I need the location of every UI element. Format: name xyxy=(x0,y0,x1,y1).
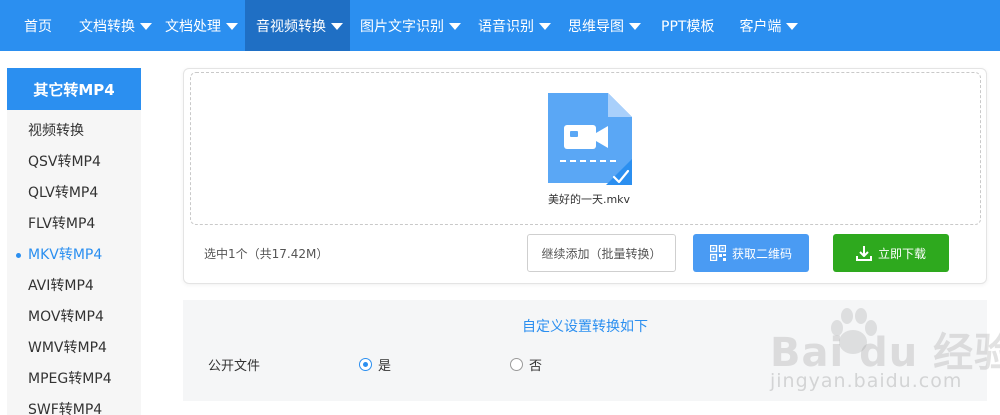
public-yes-radio[interactable]: 是 xyxy=(359,355,391,374)
public-yes-label: 是 xyxy=(378,359,392,374)
sidebar-item-label: MPEG转MP4 xyxy=(28,371,112,387)
sidebar-item-label: MOV转MP4 xyxy=(28,309,104,325)
sidebar-item-label: QLV转MP4 xyxy=(28,185,99,201)
nav-item-label: 客户端 xyxy=(739,18,782,35)
nav-item-speech-recognition[interactable]: 语音识别 xyxy=(468,0,558,51)
nav-item-label: 图片文字识别 xyxy=(360,18,444,35)
sidebar-item-mov-to-mp4[interactable]: MOV转MP4 xyxy=(7,302,141,333)
nav-item-document-process[interactable]: 文档处理 xyxy=(159,0,245,51)
caret-down-icon xyxy=(449,23,461,30)
nav-item-label: 音视频转换 xyxy=(256,18,326,35)
sidebar-item-label: SWF转MP4 xyxy=(28,402,103,415)
nav-item-document-convert[interactable]: 文档转换 xyxy=(66,0,159,51)
nav-item-client[interactable]: 客户端 xyxy=(726,0,805,51)
public-file-label: 公开文件 xyxy=(208,359,261,374)
selection-info: 选中1个（共17.42M） xyxy=(204,247,329,261)
sidebar-item-label: 视频转换 xyxy=(28,123,84,139)
nav-item-label: 语音识别 xyxy=(478,18,534,35)
uploaded-file-card[interactable] xyxy=(546,93,632,185)
sidebar-header: 其它转MP4 xyxy=(7,68,141,110)
add-more-label: 继续添加（批量转换） xyxy=(541,246,662,261)
sidebar-item-mkv-to-mp4[interactable]: MKV转MP4 xyxy=(7,240,141,271)
nav-item-label: 首页 xyxy=(24,18,52,35)
nav-item-label: 文档转换 xyxy=(79,18,135,35)
top-nav: 首页 文档转换 文档处理 音视频转换 图片文字识别 语音识别 思维导图 PPT模… xyxy=(0,0,1000,51)
sidebar-item-swf-to-mp4[interactable]: SWF转MP4 xyxy=(7,395,141,415)
add-more-button[interactable]: 继续添加（批量转换） xyxy=(527,234,676,272)
nav-item-audio-video-convert[interactable]: 音视频转换 xyxy=(245,0,350,51)
sidebar: 其它转MP4 视频转换 QSV转MP4 QLV转MP4 FLV转MP4 MKV转… xyxy=(7,68,141,415)
sidebar-item-flv-to-mp4[interactable]: FLV转MP4 xyxy=(7,209,141,240)
caret-down-icon xyxy=(140,23,152,30)
video-file-icon xyxy=(548,93,632,185)
sidebar-list: 视频转换 QSV转MP4 QLV转MP4 FLV转MP4 MKV转MP4 AVI… xyxy=(7,110,141,415)
uploaded-file-name: 美好的一天.mkv xyxy=(547,193,631,206)
sidebar-item-label: AVI转MP4 xyxy=(28,278,94,294)
caret-down-icon xyxy=(539,23,551,30)
sidebar-item-label: MKV转MP4 xyxy=(28,247,103,263)
download-now-label: 立即下载 xyxy=(877,246,926,261)
caret-down-icon xyxy=(226,23,238,30)
radio-checked-icon xyxy=(359,358,372,371)
nav-item-mind-map[interactable]: 思维导图 xyxy=(558,0,648,51)
download-icon xyxy=(855,246,872,261)
sidebar-item-label: FLV转MP4 xyxy=(28,216,96,232)
sidebar-item-label: QSV转MP4 xyxy=(28,154,101,170)
sidebar-item-qlv-to-mp4[interactable]: QLV转MP4 xyxy=(7,178,141,209)
nav-item-ppt-template[interactable]: PPT模板 xyxy=(648,0,726,51)
caret-down-icon xyxy=(629,23,641,30)
settings-panel: 自定义设置转换如下 公开文件 是 否 xyxy=(183,300,987,401)
active-dot-icon xyxy=(16,253,21,258)
nav-item-home[interactable]: 首页 xyxy=(0,0,66,51)
caret-down-icon xyxy=(786,23,799,30)
get-qr-code-label: 获取二维码 xyxy=(731,246,792,261)
sidebar-item-video-convert[interactable]: 视频转换 xyxy=(7,116,141,147)
public-no-label: 否 xyxy=(529,359,543,374)
nav-item-label: PPT模板 xyxy=(661,18,715,35)
caret-down-icon xyxy=(331,23,343,30)
get-qr-code-button[interactable]: 获取二维码 xyxy=(693,234,809,272)
sidebar-item-label: WMV转MP4 xyxy=(28,340,107,356)
sidebar-item-avi-to-mp4[interactable]: AVI转MP4 xyxy=(7,271,141,302)
sidebar-item-wmv-to-mp4[interactable]: WMV转MP4 xyxy=(7,333,141,364)
sidebar-item-mpeg-to-mp4[interactable]: MPEG转MP4 xyxy=(7,364,141,395)
nav-item-label: 思维导图 xyxy=(568,18,624,35)
file-dropzone[interactable]: 美好的一天.mkv xyxy=(190,72,981,225)
download-now-button[interactable]: 立即下载 xyxy=(833,234,949,272)
radio-unchecked-icon xyxy=(510,358,523,371)
settings-title: 自定义设置转换如下 xyxy=(522,319,648,335)
qr-code-icon xyxy=(709,245,726,261)
sidebar-item-qsv-to-mp4[interactable]: QSV转MP4 xyxy=(7,147,141,178)
upload-panel: 美好的一天.mkv 选中1个（共17.42M） 继续添加（批量转换） 获取二维码… xyxy=(183,68,987,284)
public-no-radio[interactable]: 否 xyxy=(510,355,542,374)
nav-item-image-ocr[interactable]: 图片文字识别 xyxy=(350,0,468,51)
nav-item-label: 文档处理 xyxy=(165,18,221,35)
